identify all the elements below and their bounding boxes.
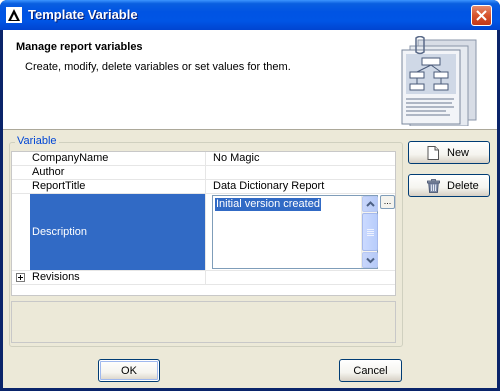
delete-button[interactable]: Delete [408, 174, 490, 197]
table-row[interactable]: Revisions [12, 271, 395, 285]
close-button[interactable] [471, 5, 492, 26]
table-row-selected[interactable]: Description Initial version created ... [12, 194, 395, 271]
variable-name-label: Description [32, 226, 88, 238]
ellipsis-button[interactable]: ... [380, 195, 395, 209]
ok-button[interactable]: OK [98, 359, 160, 382]
trash-icon [427, 179, 440, 193]
new-button-label: New [447, 147, 470, 159]
dialog-header: Manage report variables Create, modify, … [3, 30, 497, 130]
variable-group-legend: Variable [15, 135, 59, 147]
report-documents-illustration [401, 36, 477, 126]
cancel-button-label: Cancel [353, 365, 388, 377]
variable-name-cell-selected[interactable]: Description [30, 194, 205, 270]
delete-button-label: Delete [447, 180, 479, 192]
chevron-down-icon [366, 257, 375, 264]
expand-plus-icon[interactable] [16, 273, 25, 282]
variable-name-cell[interactable]: Revisions [30, 271, 205, 284]
header-subtitle: Create, modify, delete variables or set … [25, 61, 291, 73]
magicdraw-app-icon [6, 7, 22, 23]
variable-name-cell[interactable]: ReportTitle [30, 180, 205, 193]
description-textarea[interactable]: Initial version created [212, 195, 378, 269]
description-panel [11, 301, 396, 343]
variable-value-cell[interactable] [205, 166, 395, 179]
scroll-up-button[interactable] [362, 196, 378, 212]
cancel-button[interactable]: Cancel [339, 359, 402, 382]
scroll-thumb[interactable] [362, 213, 378, 251]
dialog-body: Manage report variables Create, modify, … [3, 30, 497, 388]
window-title: Template Variable [28, 7, 138, 22]
description-text[interactable]: Initial version created [215, 198, 321, 211]
table-row[interactable]: ReportTitle Data Dictionary Report [12, 180, 395, 194]
variables-table[interactable]: CompanyName No Magic Author ReportTitle … [11, 151, 396, 296]
new-document-icon [427, 146, 439, 160]
table-row[interactable]: Author [12, 166, 395, 180]
chevron-up-icon [366, 201, 375, 207]
new-button[interactable]: New [408, 141, 490, 164]
variable-name-cell[interactable]: Author [30, 166, 205, 179]
header-title: Manage report variables [16, 41, 143, 53]
scroll-down-button[interactable] [362, 252, 378, 268]
template-variable-dialog: Template Variable Manage report variable… [0, 0, 500, 391]
variable-value-cell[interactable]: No Magic [205, 152, 395, 165]
ok-button-label: OK [121, 365, 137, 377]
title-bar[interactable]: Template Variable [0, 0, 500, 30]
variable-value-cell[interactable]: Data Dictionary Report [205, 180, 395, 193]
close-x-icon [476, 10, 487, 21]
description-scrollbar[interactable] [361, 196, 378, 268]
variable-name-cell[interactable]: CompanyName [30, 152, 205, 165]
variable-value-cell[interactable] [205, 271, 395, 284]
table-row[interactable]: CompanyName No Magic [12, 152, 395, 166]
